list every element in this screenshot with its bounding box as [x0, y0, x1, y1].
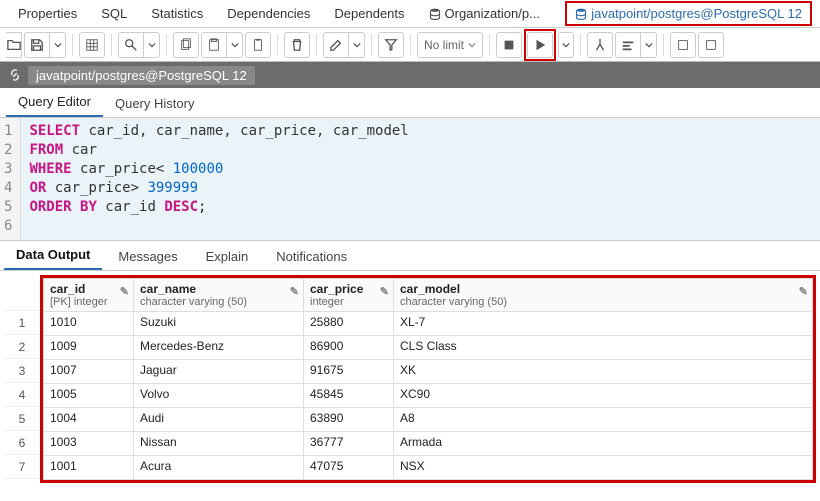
outtab-messages[interactable]: Messages — [106, 243, 189, 270]
explain-analyze-button[interactable] — [615, 32, 641, 58]
cell-car-id[interactable]: 1001 — [44, 456, 134, 480]
database-icon — [575, 8, 587, 20]
cell-car-price[interactable]: 86900 — [304, 336, 394, 360]
tab-organization[interactable]: Organization/p... — [419, 1, 550, 26]
connection-path: javatpoint/postgres@PostgreSQL 12 — [28, 66, 255, 85]
cell-car-name[interactable]: Volvo — [134, 384, 304, 408]
edit-icon[interactable]: ✎ — [380, 285, 389, 298]
filter-button[interactable] — [378, 32, 404, 58]
search-dropdown[interactable] — [144, 32, 160, 58]
database-icon — [429, 8, 441, 20]
cell-car-name[interactable]: Jaguar — [134, 360, 304, 384]
save-button[interactable] — [24, 32, 50, 58]
outtab-notifications[interactable]: Notifications — [264, 243, 359, 270]
cell-car-name[interactable]: Suzuki — [134, 312, 304, 336]
table-row[interactable]: 1001Acura47075NSX — [44, 456, 813, 480]
cell-car-price[interactable]: 45845 — [304, 384, 394, 408]
cell-car-price[interactable]: 63890 — [304, 408, 394, 432]
toolbar: No limit — [0, 28, 820, 62]
grid-button[interactable] — [79, 32, 105, 58]
col-car-price[interactable]: car_priceinteger ✎ — [304, 279, 394, 312]
table-row[interactable]: 1004Audi63890A8 — [44, 408, 813, 432]
cell-car-name[interactable]: Acura — [134, 456, 304, 480]
cell-car-name[interactable]: Audi — [134, 408, 304, 432]
cell-car-price[interactable]: 25880 — [304, 312, 394, 336]
cell-car-model[interactable]: NSX — [394, 456, 813, 480]
editor-subtabs: Query Editor Query History — [0, 88, 820, 118]
sql-editor[interactable]: 123456 SELECT car_id, car_name, car_pric… — [0, 118, 820, 241]
cell-car-price[interactable]: 91675 — [304, 360, 394, 384]
paste-button[interactable] — [201, 32, 227, 58]
tab-sql[interactable]: SQL — [91, 1, 137, 26]
cell-car-model[interactable]: A8 — [394, 408, 813, 432]
link-icon — [8, 68, 22, 82]
cell-car-id[interactable]: 1003 — [44, 432, 134, 456]
edit-icon[interactable]: ✎ — [290, 285, 299, 298]
paste-dropdown[interactable] — [227, 32, 243, 58]
cell-car-id[interactable]: 1010 — [44, 312, 134, 336]
cell-car-model[interactable]: XC90 — [394, 384, 813, 408]
edit-icon[interactable]: ✎ — [799, 285, 808, 298]
edit-dropdown[interactable] — [349, 32, 365, 58]
top-tabs: Properties SQL Statistics Dependencies D… — [0, 0, 820, 28]
cell-car-model[interactable]: CLS Class — [394, 336, 813, 360]
results-grid-highlight: car_id[PK] integer ✎ car_namecharacter v… — [40, 275, 816, 483]
tab-statistics[interactable]: Statistics — [141, 1, 213, 26]
cell-car-name[interactable]: Nissan — [134, 432, 304, 456]
cell-car-price[interactable]: 47075 — [304, 456, 394, 480]
results-table[interactable]: car_id[PK] integer ✎ car_namecharacter v… — [43, 278, 813, 480]
explain-dropdown[interactable] — [641, 32, 657, 58]
outtab-explain[interactable]: Explain — [194, 243, 261, 270]
table-row[interactable]: 1010Suzuki25880XL-7 — [44, 312, 813, 336]
delete-button[interactable] — [284, 32, 310, 58]
edit-icon[interactable]: ✎ — [120, 285, 129, 298]
cell-car-name[interactable]: Mercedes-Benz — [134, 336, 304, 360]
breadcrumb: javatpoint/postgres@PostgreSQL 12 — [0, 62, 820, 88]
execute-dropdown[interactable] — [558, 32, 574, 58]
tab-dependents[interactable]: Dependents — [324, 1, 414, 26]
table-row[interactable]: 1003Nissan36777Armada — [44, 432, 813, 456]
col-car-model[interactable]: car_modelcharacter varying (50) ✎ — [394, 279, 813, 312]
copy-button[interactable] — [173, 32, 199, 58]
col-car-id[interactable]: car_id[PK] integer ✎ — [44, 279, 134, 312]
code-area[interactable]: SELECT car_id, car_name, car_price, car_… — [21, 118, 820, 240]
cell-car-model[interactable]: XK — [394, 360, 813, 384]
table-row[interactable]: 1007Jaguar91675XK — [44, 360, 813, 384]
col-car-name[interactable]: car_namecharacter varying (50) ✎ — [134, 279, 304, 312]
cell-car-id[interactable]: 1005 — [44, 384, 134, 408]
cell-car-model[interactable]: Armada — [394, 432, 813, 456]
subtab-query-editor[interactable]: Query Editor — [6, 88, 103, 117]
execute-button[interactable] — [527, 32, 553, 58]
subtab-query-history[interactable]: Query History — [103, 90, 206, 117]
stop-button[interactable] — [496, 32, 522, 58]
table-row[interactable]: 1009Mercedes-Benz86900CLS Class — [44, 336, 813, 360]
row-number-column: 1 2 3 4 5 6 7 — [4, 275, 40, 479]
edit-button[interactable] — [323, 32, 349, 58]
table-row[interactable]: 1005Volvo45845XC90 — [44, 384, 813, 408]
limit-dropdown[interactable]: No limit — [417, 32, 483, 58]
cell-car-id[interactable]: 1004 — [44, 408, 134, 432]
explain-button[interactable] — [587, 32, 613, 58]
rollback-button[interactable] — [698, 32, 724, 58]
outtab-data-output[interactable]: Data Output — [4, 241, 102, 270]
output-tabs: Data Output Messages Explain Notificatio… — [0, 241, 820, 271]
search-button[interactable] — [118, 32, 144, 58]
clipboard-button[interactable] — [245, 32, 271, 58]
cell-car-model[interactable]: XL-7 — [394, 312, 813, 336]
line-gutter: 123456 — [0, 118, 21, 240]
open-file-button[interactable] — [6, 32, 22, 58]
tab-dependencies[interactable]: Dependencies — [217, 1, 320, 26]
cell-car-id[interactable]: 1007 — [44, 360, 134, 384]
cell-car-price[interactable]: 36777 — [304, 432, 394, 456]
cell-car-id[interactable]: 1009 — [44, 336, 134, 360]
tab-connection[interactable]: javatpoint/postgres@PostgreSQL 12 — [565, 1, 812, 26]
save-dropdown[interactable] — [50, 32, 66, 58]
commit-button[interactable] — [670, 32, 696, 58]
tab-properties[interactable]: Properties — [8, 1, 87, 26]
